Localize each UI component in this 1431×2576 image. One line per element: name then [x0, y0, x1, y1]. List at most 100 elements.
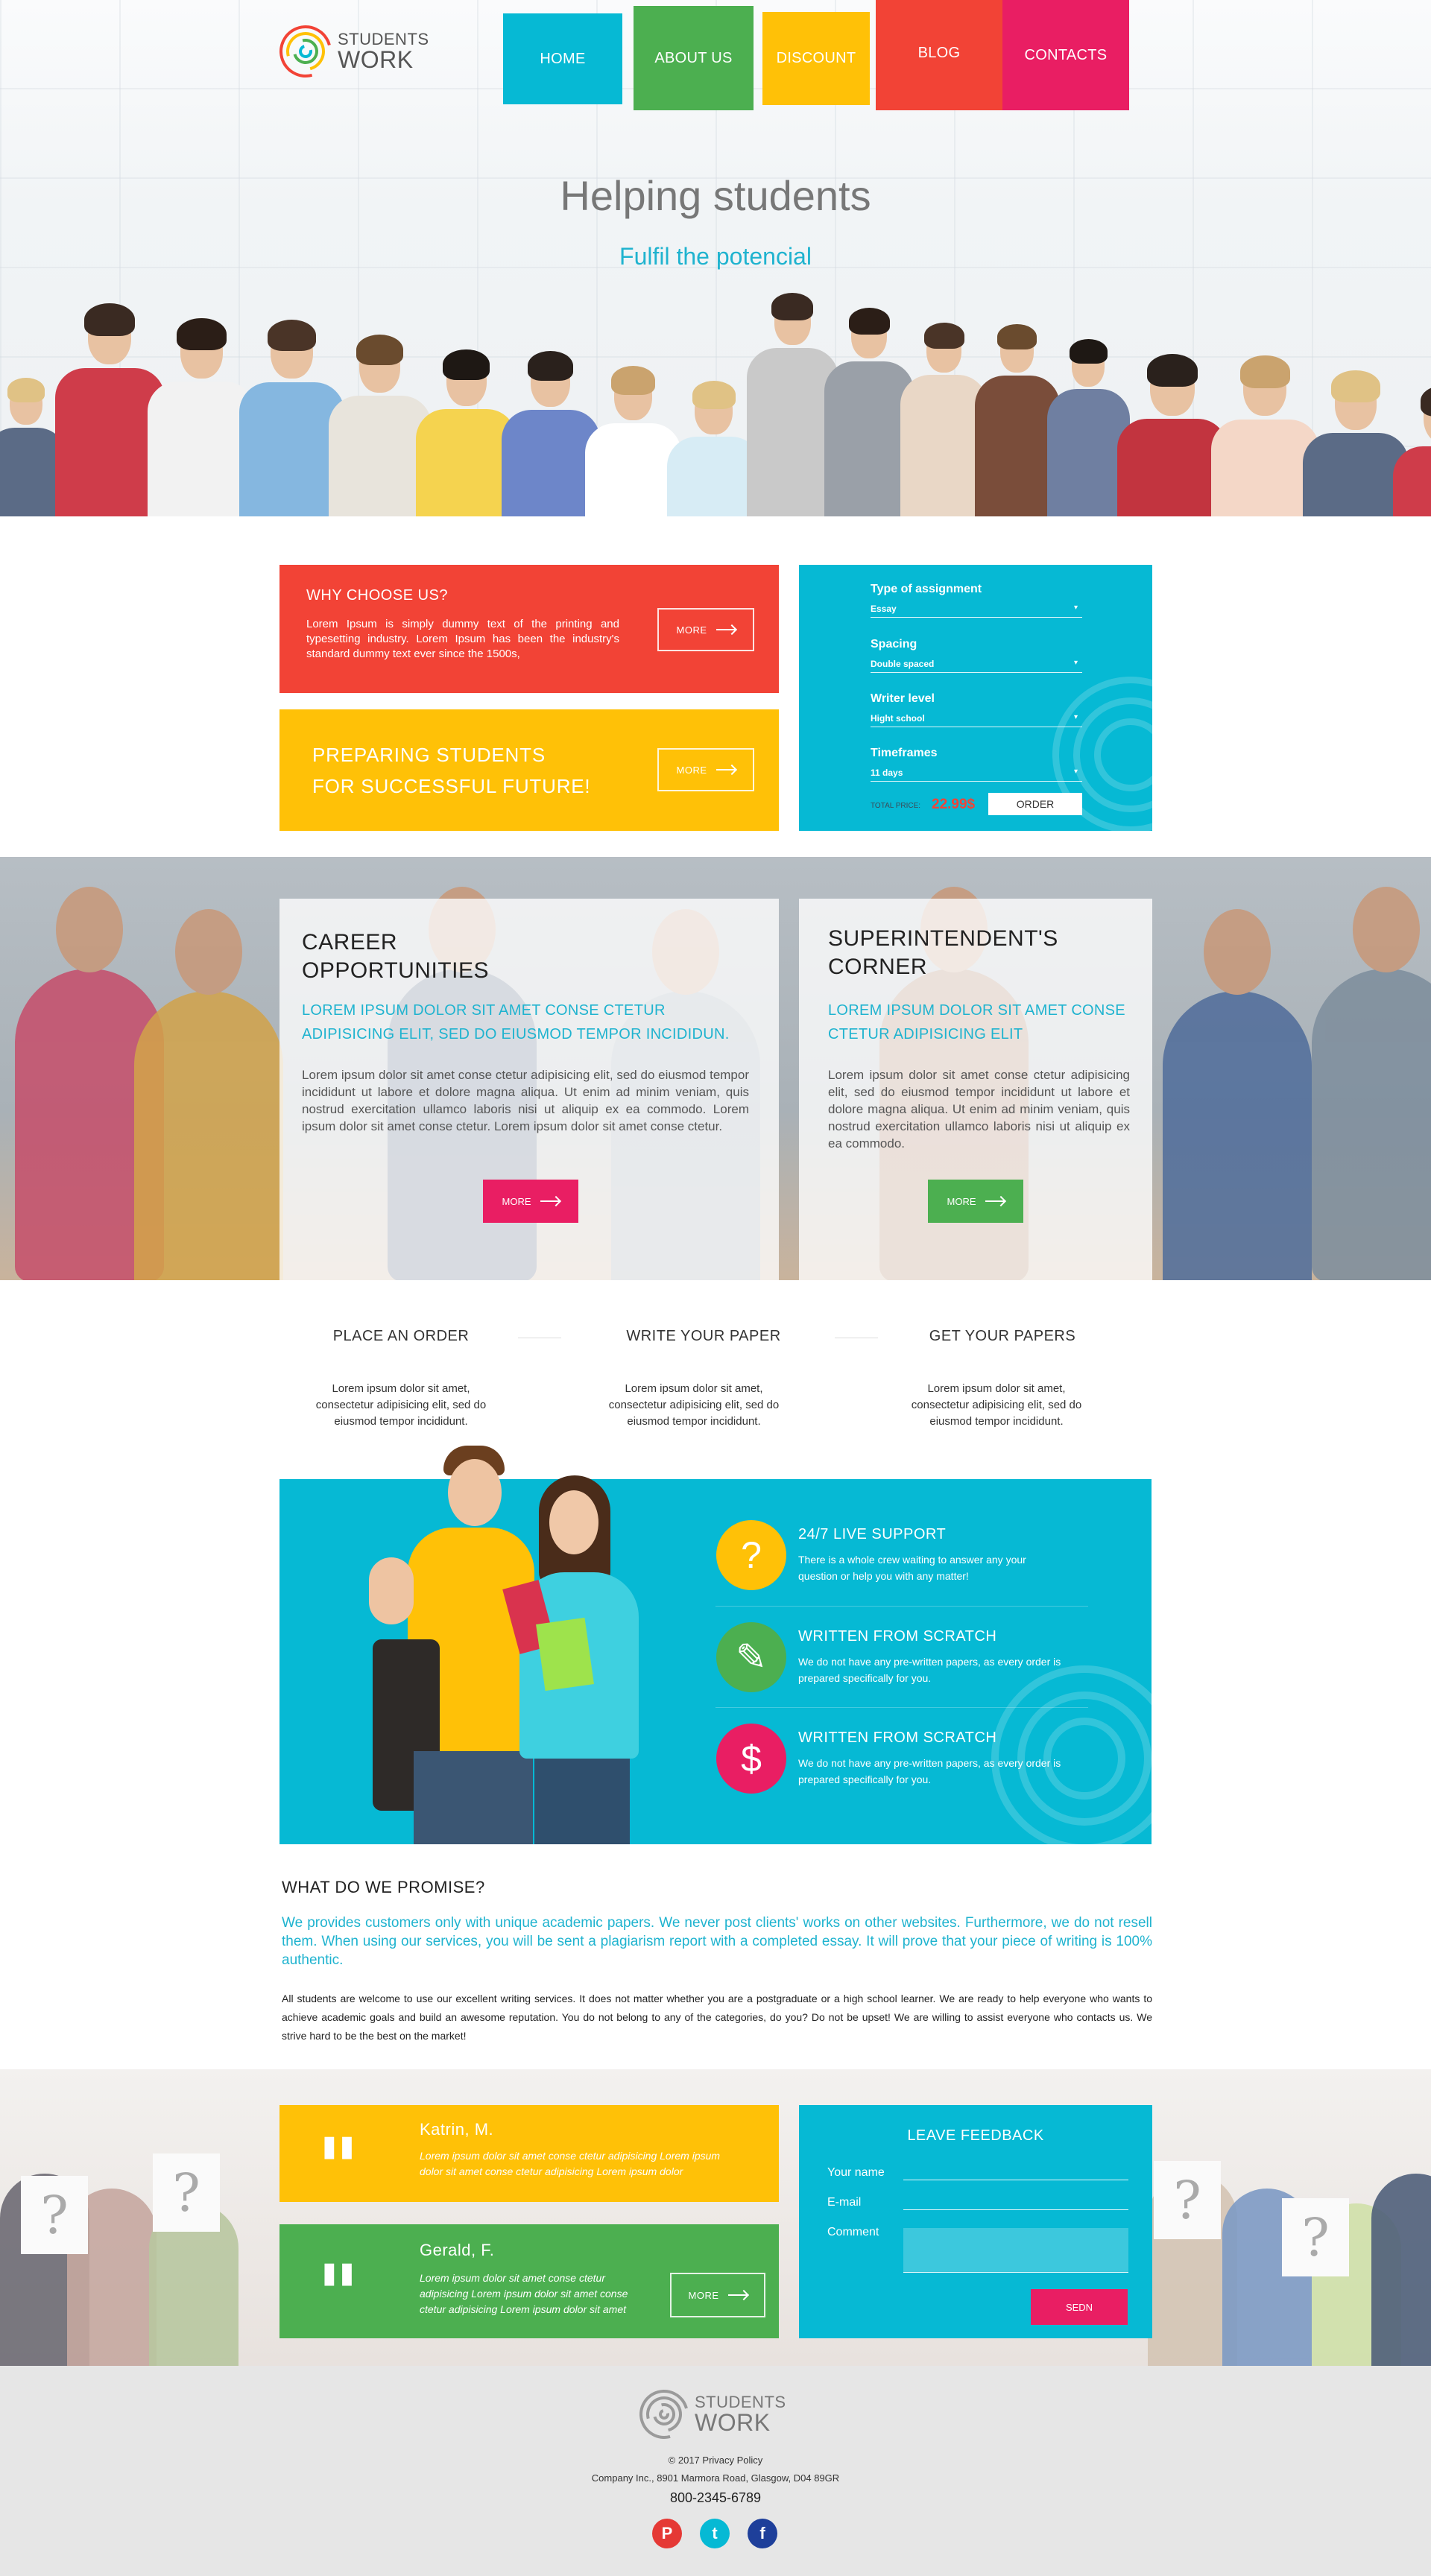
- preparing-card: PREPARING STUDENTS FOR SUCCESSFUL FUTURE…: [279, 709, 779, 831]
- student-figure: [1371, 2174, 1431, 2366]
- student-figure: [1312, 887, 1431, 1280]
- testimonial-more-button[interactable]: MORE: [670, 2273, 765, 2317]
- timeframes-select[interactable]: 11 days: [871, 768, 1082, 782]
- hero-title: Helping students: [560, 172, 871, 219]
- price-calculator: Type of assignment Essay Spacing Double …: [799, 565, 1152, 831]
- nav-about-us[interactable]: ABOUT US: [634, 6, 754, 110]
- superintendent-title: SUPERINTENDENT'S CORNER: [828, 925, 1058, 981]
- logo-rings-icon: [270, 16, 341, 87]
- spacing-select[interactable]: Double spaced: [871, 659, 1082, 673]
- feature-support-title: 24/7 LIVE SUPPORT: [798, 1526, 947, 1542]
- testimonial-katrin-name: Katrin, M.: [420, 2120, 494, 2139]
- thumbs-up-hand: [369, 1557, 414, 1624]
- career-more-button[interactable]: MORE: [483, 1180, 578, 1223]
- assignment-type-select[interactable]: Essay: [871, 604, 1082, 618]
- students-group-photo: [0, 283, 1431, 516]
- superintendent-title-line1: SUPERINTENDENT'S: [828, 926, 1058, 951]
- nav-home[interactable]: HOME: [503, 13, 622, 104]
- footer-logo-line2: WORK: [695, 2409, 771, 2436]
- footer-logo[interactable]: STUDENTS WORK: [630, 2380, 786, 2449]
- footer-logo-line1: STUDENTS: [695, 2393, 786, 2411]
- superintendent-title-line2: CORNER: [828, 955, 928, 979]
- nav-blog[interactable]: BLOG: [876, 0, 1002, 110]
- why-choose-title: WHY CHOOSE US?: [306, 587, 448, 604]
- why-choose-card: WHY CHOOSE US? Lorem Ipsum is simply dum…: [279, 565, 779, 693]
- footer-copyright: © 2017 Privacy Policy: [668, 2455, 763, 2466]
- face-shape: [1353, 887, 1420, 972]
- logo-rings-icon: [630, 2380, 698, 2449]
- quote-icon: ": [317, 2120, 360, 2216]
- feedback-form: LEAVE FEEDBACK Your name E-mail Comment …: [799, 2105, 1152, 2338]
- superintendent-lead: LOREM IPSUM DOLOR SIT AMET CONSE CTETUR …: [828, 1002, 1125, 1042]
- arrow-right-icon: [985, 1200, 1005, 1202]
- logo-text: STUDENTS WORK: [338, 31, 429, 72]
- face-shape: [448, 1459, 502, 1526]
- step-place-order-text: Lorem ipsum dolor sit amet, consectetur …: [315, 1382, 487, 1428]
- pencil-icon: ✎: [716, 1622, 786, 1692]
- career-title: CAREER OPPORTUNITIES: [302, 928, 489, 985]
- preparing-line2: FOR SUCCESSFUL FUTURE!: [312, 775, 591, 797]
- testimonial-gerald-name: Gerald, F.: [420, 2241, 495, 2259]
- footer-address: Company Inc., 8901 Marmora Road, Glasgow…: [591, 2472, 840, 2484]
- preparing-headline: PREPARING STUDENTS FOR SUCCESSFUL FUTURE…: [312, 739, 590, 802]
- promise-lead: We provides customers only with unique a…: [282, 1915, 1152, 1968]
- assignment-type-label: Type of assignment: [871, 583, 982, 595]
- question-sign-icon: ?: [1282, 2198, 1349, 2276]
- features-panel: ? 24/7 LIVE SUPPORT There is a whole cre…: [279, 1446, 1178, 1852]
- step-write-paper-title: WRITE YOUR PAPER: [626, 1328, 781, 1344]
- promise-title: WHAT DO WE PROMISE?: [282, 1878, 485, 1896]
- footer-logo-text: STUDENTS WORK: [695, 2393, 786, 2436]
- comment-field[interactable]: [903, 2228, 1128, 2273]
- testimonial-gerald: " Gerald, F. Lorem ipsum dolor sit amet …: [279, 2224, 779, 2338]
- step-place-order-title: PLACE AN ORDER: [332, 1328, 470, 1344]
- question-sign-icon: ?: [21, 2176, 88, 2254]
- superintendent-more-button[interactable]: MORE: [928, 1180, 1023, 1223]
- nav-discount-label: DISCOUNT: [776, 50, 856, 66]
- testimonial-more-label: MORE: [688, 2289, 719, 2301]
- dollar-icon: $: [716, 1724, 786, 1794]
- quote-icon: ": [317, 2247, 360, 2343]
- email-field[interactable]: [903, 2209, 1128, 2210]
- face-shape: [1204, 909, 1271, 995]
- nav-blog-label: BLOG: [917, 45, 961, 61]
- question-icon: ?: [716, 1520, 786, 1590]
- preparing-more-button[interactable]: MORE: [657, 748, 754, 791]
- face-shape: [175, 909, 242, 995]
- nav-home-label: HOME: [540, 50, 586, 67]
- site-logo[interactable]: STUDENTS WORK: [270, 16, 429, 87]
- career-more-label: MORE: [502, 1195, 531, 1207]
- nav-discount[interactable]: DISCOUNT: [762, 12, 870, 105]
- facebook-icon[interactable]: f: [748, 2519, 777, 2548]
- jeans: [414, 1751, 533, 1844]
- send-button[interactable]: SEDN: [1031, 2289, 1128, 2325]
- feature-divider: [716, 1606, 1088, 1607]
- face-shape: [56, 887, 123, 972]
- why-more-button[interactable]: MORE: [657, 608, 754, 651]
- logo-line2: WORK: [338, 46, 414, 73]
- twitter-icon[interactable]: t: [700, 2519, 730, 2548]
- career-body: Lorem ipsum dolor sit amet conse ctetur …: [302, 1068, 750, 1133]
- feature-scratch2-title: WRITTEN FROM SCRATCH: [798, 1730, 997, 1746]
- order-button[interactable]: ORDER: [988, 793, 1082, 815]
- timeframes-label: Timeframes: [871, 747, 938, 759]
- arrow-right-icon: [716, 769, 736, 770]
- promise-body: All students are welcome to use our exce…: [282, 1993, 1152, 2042]
- career-title-line1: CAREER: [302, 930, 398, 955]
- preparing-more-label: MORE: [676, 764, 707, 776]
- student-figure: [1163, 909, 1312, 1280]
- career-lead: LOREM IPSUM DOLOR SIT AMET CONSE CTETUR …: [302, 1002, 730, 1042]
- superintendent-panel: SUPERINTENDENT'S CORNER LOREM IPSUM DOLOR…: [799, 899, 1152, 1280]
- logo-line1: STUDENTS: [338, 30, 429, 48]
- students-couple-photo: [347, 1446, 645, 1844]
- total-price-value: 22.99$: [932, 797, 976, 812]
- pinterest-icon[interactable]: P: [652, 2519, 682, 2548]
- green-notebook: [536, 1617, 594, 1692]
- nav-contacts[interactable]: CONTACTS: [1002, 0, 1129, 110]
- writer-level-select[interactable]: Hight school: [871, 713, 1082, 727]
- arrow-right-icon: [716, 629, 736, 630]
- student-figure: [134, 909, 283, 1280]
- step-get-papers-title: GET YOUR PAPERS: [929, 1328, 1076, 1344]
- feedback-title: LEAVE FEEDBACK: [907, 2127, 1044, 2144]
- feature-scratch-title: WRITTEN FROM SCRATCH: [798, 1628, 997, 1645]
- superintendent-body: Lorem ipsum dolor sit amet conse ctetur …: [828, 1068, 1130, 1151]
